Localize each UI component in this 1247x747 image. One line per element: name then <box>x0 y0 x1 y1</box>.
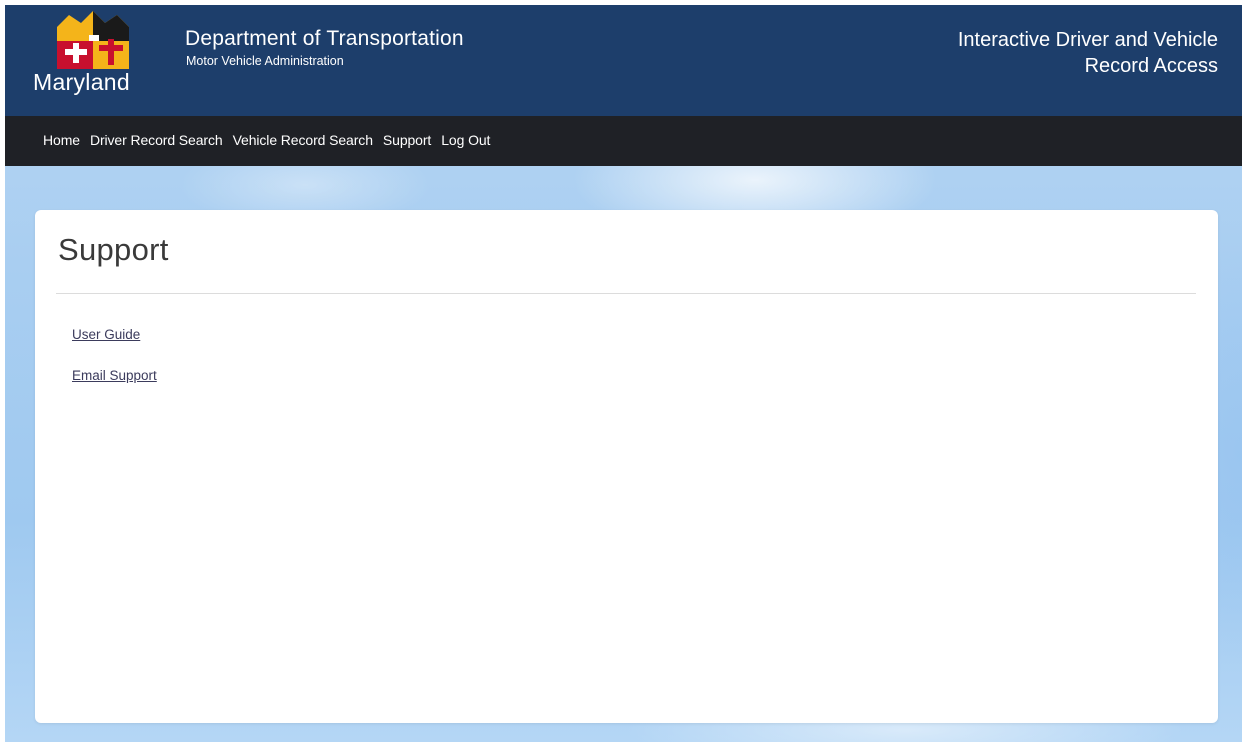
maryland-logo[interactable]: Maryland <box>31 9 171 109</box>
app-title-line1: Interactive Driver and Vehicle <box>957 29 1218 51</box>
app-title-line2: Record Access <box>1084 55 1218 77</box>
department-title: Department of Transportation <box>185 27 464 50</box>
department-subtitle: Motor Vehicle Administration <box>186 54 344 68</box>
nav-support[interactable]: Support <box>383 132 431 148</box>
content-card: Support User Guide Email Support <box>35 210 1218 723</box>
nav-log-out[interactable]: Log Out <box>441 132 490 148</box>
title-divider <box>56 293 1196 294</box>
logo-wordmark: Maryland <box>33 69 130 95</box>
email-support-link[interactable]: Email Support <box>72 368 157 383</box>
nav-driver-record-search[interactable]: Driver Record Search <box>90 132 223 148</box>
nav-vehicle-record-search[interactable]: Vehicle Record Search <box>233 132 373 148</box>
main-nav: Home Driver Record Search Vehicle Record… <box>5 116 1242 166</box>
page-title: Support <box>58 232 169 267</box>
app-title: Interactive Driver and Vehicle Record Ac… <box>858 27 1218 79</box>
page: Maryland Department of Transportation Mo… <box>5 5 1242 742</box>
nav-list: Home Driver Record Search Vehicle Record… <box>43 132 500 148</box>
user-guide-link[interactable]: User Guide <box>72 327 140 342</box>
maryland-flag-icon <box>57 11 129 69</box>
site-header: Maryland Department of Transportation Mo… <box>5 5 1242 116</box>
nav-home[interactable]: Home <box>43 132 80 148</box>
